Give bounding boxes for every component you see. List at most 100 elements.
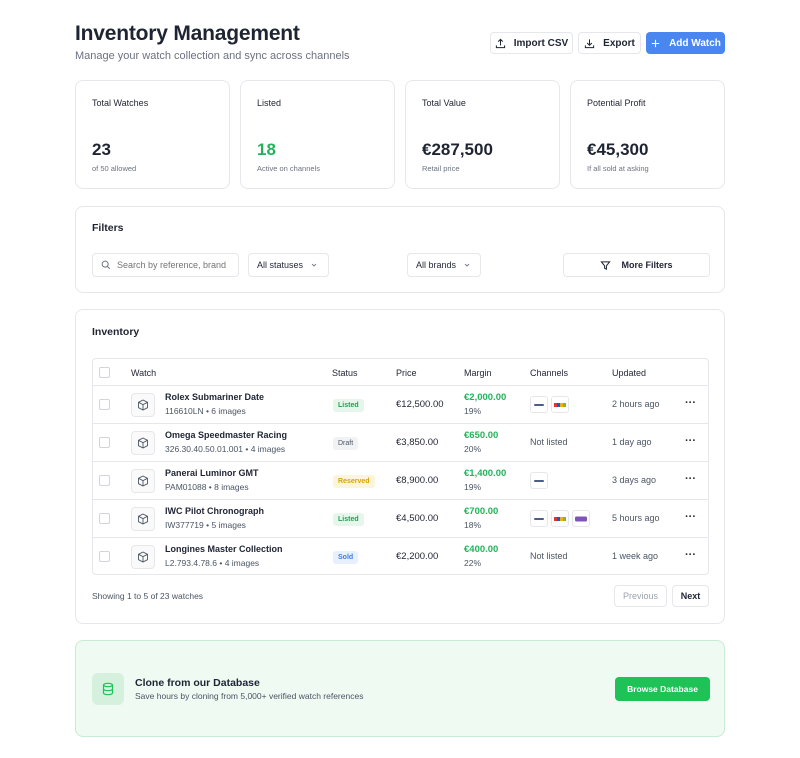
- stat-label: Total Watches: [92, 98, 149, 108]
- watch-name[interactable]: Longines Master Collection: [165, 544, 283, 554]
- updated-time: 1 day ago: [612, 437, 652, 447]
- table-header: Watch Status Price Margin Channels Updat…: [93, 359, 708, 386]
- import-csv-label: Import CSV: [513, 37, 569, 49]
- updated-time: 1 week ago: [612, 551, 659, 561]
- updated-time: 3 days ago: [612, 475, 657, 485]
- import-csv-button[interactable]: Import CSV: [490, 32, 573, 54]
- more-actions-icon[interactable]: ···: [685, 435, 696, 447]
- filters-title: Filters: [92, 222, 124, 234]
- export-label: Export: [603, 37, 635, 49]
- database-icon: [92, 673, 124, 705]
- ebay-channel-icon: [551, 510, 569, 527]
- channel-list: [530, 396, 569, 413]
- search-box: [92, 253, 239, 277]
- more-actions-icon[interactable]: ···: [685, 511, 696, 523]
- row-checkbox[interactable]: [99, 475, 110, 486]
- updated-time: 2 hours ago: [612, 399, 660, 409]
- column-header-status[interactable]: Status: [332, 368, 358, 378]
- column-header-channels[interactable]: Channels: [530, 368, 568, 378]
- export-button[interactable]: Export: [578, 32, 641, 54]
- add-watch-label: Add Watch: [669, 37, 721, 49]
- brand-select[interactable]: All brands: [407, 253, 481, 277]
- more-actions-icon[interactable]: ···: [685, 549, 696, 561]
- chrono24-channel-icon: [530, 472, 548, 489]
- column-header-updated[interactable]: Updated: [612, 368, 646, 378]
- stat-card-total-watches: Total Watches 23 of 50 allowed: [75, 80, 230, 189]
- margin-percent: 19%: [464, 482, 482, 492]
- row-checkbox[interactable]: [99, 513, 110, 524]
- status-select-value: All statuses: [257, 260, 304, 270]
- column-header-price[interactable]: Price: [396, 368, 417, 378]
- margin-amount: €700.00: [464, 506, 499, 517]
- margin-percent: 18%: [464, 520, 482, 530]
- status-select[interactable]: All statuses: [248, 253, 329, 277]
- stat-sub: of 50 allowed: [92, 164, 137, 173]
- watch-reference: 326.30.40.50.01.001 • 4 images: [165, 444, 286, 454]
- watch-name[interactable]: Panerai Luminor GMT: [165, 468, 259, 478]
- add-watch-button[interactable]: Add Watch: [646, 32, 725, 54]
- chrono24-channel-icon: [530, 396, 548, 413]
- more-actions-icon[interactable]: ···: [685, 473, 696, 485]
- page-subtitle: Manage your watch collection and sync ac…: [75, 50, 350, 62]
- stat-label: Total Value: [422, 98, 466, 108]
- inventory-title: Inventory: [92, 326, 140, 338]
- status-badge: Listed: [333, 513, 364, 526]
- stat-card-total-value: Total Value €287,500 Retail price: [405, 80, 560, 189]
- stat-value: €45,300: [587, 140, 649, 159]
- margin-amount: €650.00: [464, 430, 499, 441]
- column-header-watch[interactable]: Watch: [131, 368, 156, 378]
- previous-page-button[interactable]: Previous: [614, 585, 667, 607]
- browse-database-button[interactable]: Browse Database: [615, 677, 710, 701]
- stat-value: 23: [92, 140, 111, 159]
- inventory-table: Watch Status Price Margin Channels Updat…: [92, 358, 709, 575]
- status-badge: Draft: [333, 437, 359, 450]
- woocommerce-channel-icon: [572, 510, 590, 527]
- row-checkbox[interactable]: [99, 437, 110, 448]
- table-row[interactable]: Rolex Submariner Date 116610LN • 6 image…: [93, 386, 708, 424]
- watch-name[interactable]: Rolex Submariner Date: [165, 392, 264, 402]
- watch-price: €8,900.00: [396, 475, 439, 486]
- plus-icon: [651, 39, 660, 47]
- filter-icon: [600, 260, 612, 270]
- ebay-channel-icon: [551, 396, 569, 413]
- watch-name[interactable]: IWC Pilot Chronograph: [165, 506, 264, 516]
- clone-database-banner: Clone from our Database Save hours by cl…: [75, 640, 725, 737]
- watch-reference: 116610LN • 6 images: [165, 406, 246, 416]
- more-actions-icon[interactable]: ···: [685, 397, 696, 409]
- watch-price: €4,500.00: [396, 513, 439, 524]
- search-input[interactable]: [117, 260, 235, 270]
- status-badge: Sold: [333, 551, 359, 564]
- more-filters-button[interactable]: More Filters: [563, 253, 710, 277]
- row-checkbox[interactable]: [99, 551, 110, 562]
- watch-price: €12,500.00: [396, 399, 444, 410]
- margin-percent: 19%: [464, 406, 482, 416]
- table-row[interactable]: IWC Pilot Chronograph IW377719 • 5 image…: [93, 500, 708, 538]
- box-icon: [131, 393, 155, 417]
- status-badge: Listed: [333, 399, 364, 412]
- margin-amount: €400.00: [464, 544, 499, 555]
- select-all-checkbox[interactable]: [99, 367, 110, 378]
- stat-value: €287,500: [422, 140, 493, 159]
- row-checkbox[interactable]: [99, 399, 110, 410]
- page-header: Inventory Management Manage your watch c…: [75, 20, 725, 70]
- table-row[interactable]: Omega Speedmaster Racing 326.30.40.50.01…: [93, 424, 708, 462]
- chrono24-channel-icon: [530, 510, 548, 527]
- column-header-margin[interactable]: Margin: [464, 368, 492, 378]
- pagination-summary: Showing 1 to 5 of 23 watches: [92, 591, 204, 601]
- chevron-down-icon: [464, 263, 470, 267]
- updated-time: 5 hours ago: [612, 513, 660, 523]
- margin-percent: 20%: [464, 444, 482, 454]
- search-icon: [101, 260, 111, 270]
- table-row[interactable]: Panerai Luminor GMT PAM01088 • 8 images …: [93, 462, 708, 500]
- channel-list: [530, 472, 548, 489]
- upload-icon: [495, 38, 505, 48]
- box-icon: [131, 469, 155, 493]
- next-page-button[interactable]: Next: [672, 585, 709, 607]
- table-row[interactable]: Longines Master Collection L2.793.4.78.6…: [93, 538, 708, 574]
- stat-value: 18: [257, 140, 276, 159]
- box-icon: [131, 507, 155, 531]
- chevron-down-icon: [311, 263, 317, 267]
- stat-sub: Active on channels: [257, 164, 320, 173]
- channels-not-listed: Not listed: [530, 551, 568, 561]
- watch-name[interactable]: Omega Speedmaster Racing: [165, 430, 287, 440]
